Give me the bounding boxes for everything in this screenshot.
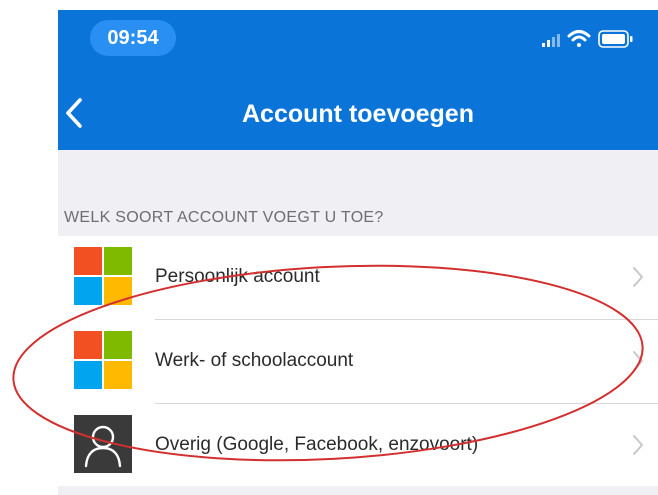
list-item-personal-account[interactable]: Persoonlijk account bbox=[58, 236, 658, 319]
page-title: Account toevoegen bbox=[242, 100, 474, 128]
screen: 09:54 Account toevoegen WELK SOORT ACCOU… bbox=[0, 0, 658, 495]
battery-icon bbox=[598, 30, 633, 48]
signal-icon bbox=[542, 34, 560, 47]
section-title: WELK SOORT ACCOUNT VOEGT U TOE? bbox=[64, 209, 384, 226]
list-item-label: Overig (Google, Facebook, enzovoort) bbox=[155, 434, 479, 455]
chevron-right-icon bbox=[633, 351, 643, 371]
chevron-right-icon bbox=[633, 435, 643, 455]
user-icon bbox=[74, 415, 132, 473]
phone-screen: 09:54 Account toevoegen WELK SOORT ACCOU… bbox=[58, 10, 658, 495]
microsoft-logo-icon bbox=[74, 247, 132, 305]
microsoft-logo-icon bbox=[74, 331, 132, 389]
list-item-other-account[interactable]: Overig (Google, Facebook, enzovoort) bbox=[58, 404, 658, 487]
list-item-work-school-account[interactable]: Werk- of schoolaccount bbox=[58, 320, 658, 403]
account-type-list: Persoonlijk account Werk- of schoolaccou… bbox=[58, 236, 658, 486]
status-time: 09:54 bbox=[90, 20, 176, 56]
wifi-icon bbox=[567, 30, 591, 47]
list-item-label: Werk- of schoolaccount bbox=[155, 350, 354, 371]
app-header: 09:54 Account toevoegen bbox=[58, 10, 658, 150]
list-item-label: Persoonlijk account bbox=[155, 266, 320, 287]
status-icons bbox=[542, 30, 633, 48]
chevron-right-icon bbox=[633, 267, 643, 287]
